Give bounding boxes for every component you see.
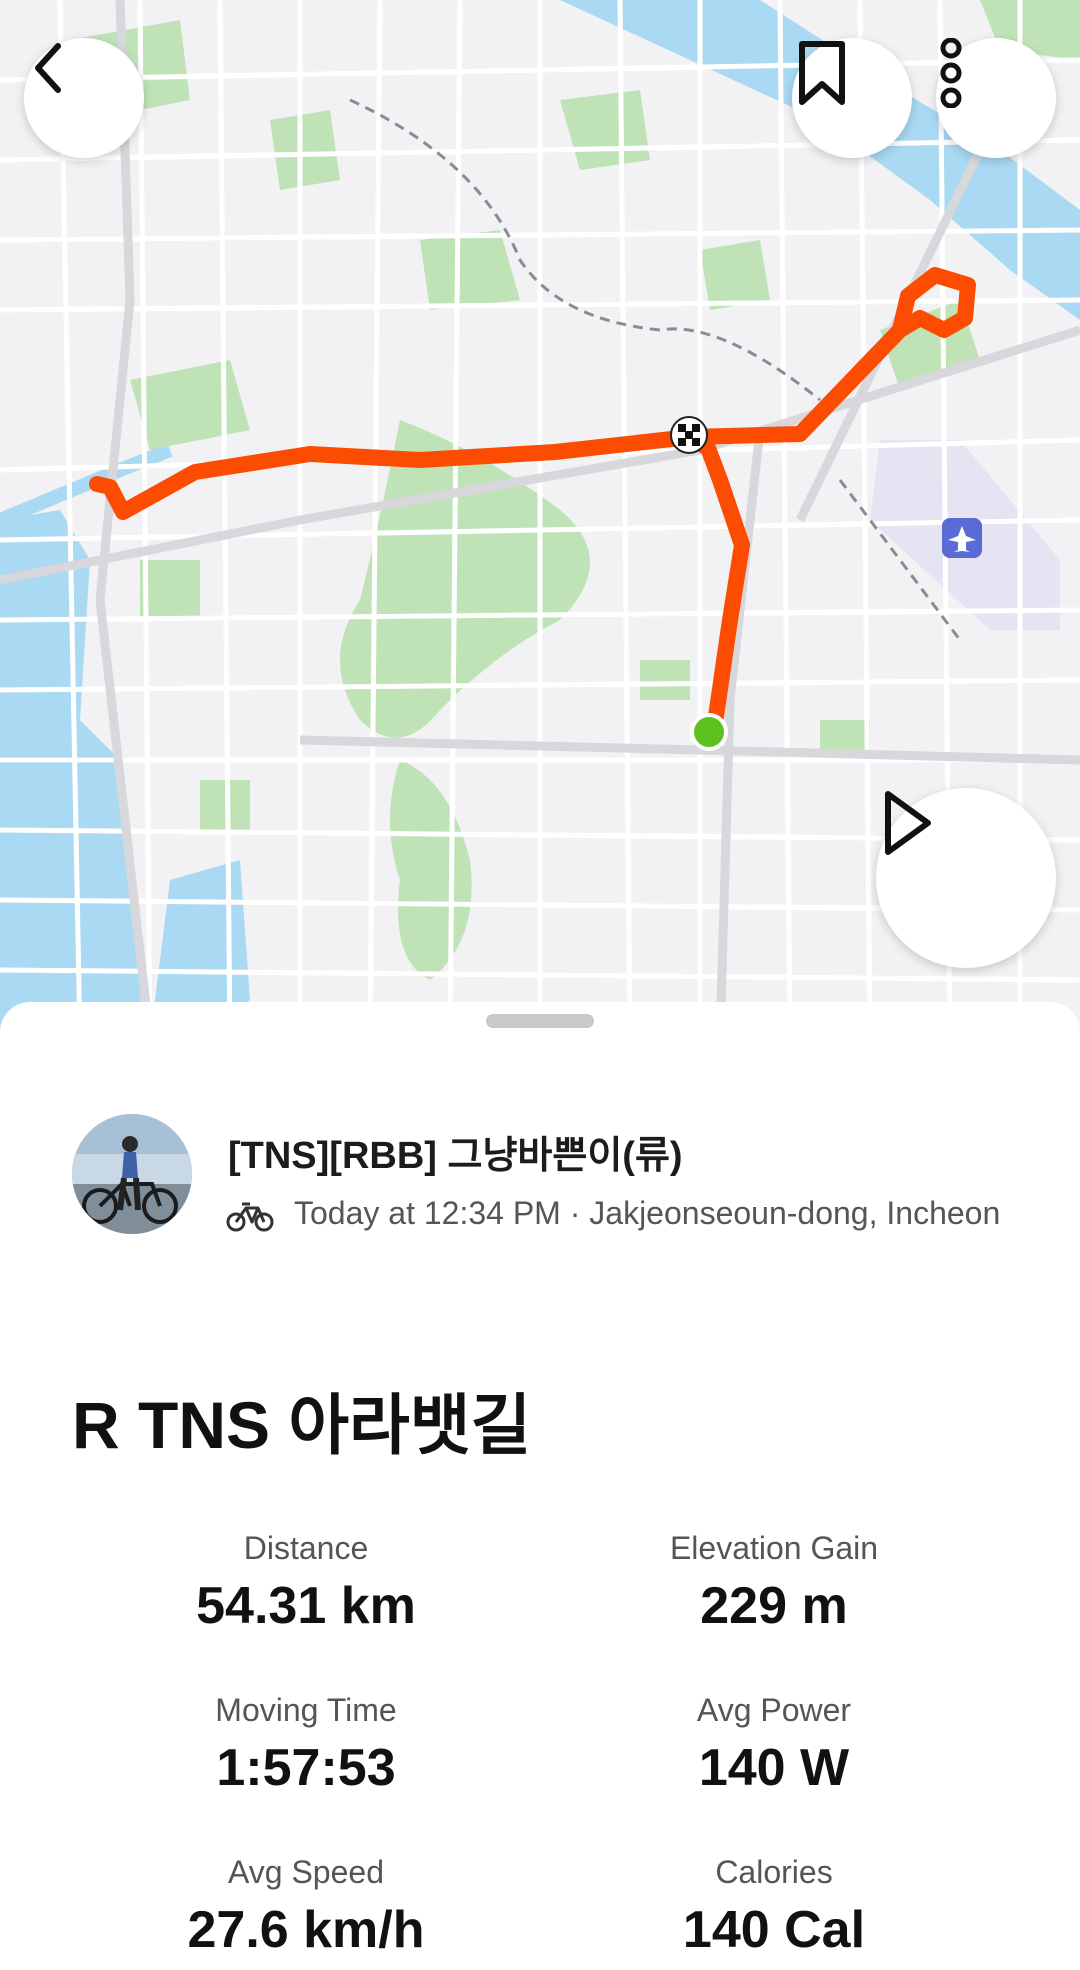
more-vertical-icon [940,38,962,108]
airport-icon [942,518,982,558]
athlete-name[interactable]: [TNS][RBB] 그냥바쁜이(류) [228,1124,683,1179]
play-flyover-button[interactable] [876,788,1056,968]
cyclist-photo [72,1114,192,1234]
activity-date-location: Today at 12:34 PM · Jakjeonseoun-dong, I… [294,1195,1001,1231]
stat-avg-speed: Avg Speed 27.6 km/h [76,1850,536,1962]
stat-value: 27.6 km/h [187,1901,425,1959]
stat-label: Moving Time [215,1692,397,1728]
stat-label: Avg Power [696,1692,852,1728]
play-icon [885,791,931,855]
drag-handle[interactable] [486,1014,594,1028]
bookmark-button[interactable] [792,38,912,158]
activity-title: R TNS 아라뱃길 [72,1388,532,1462]
stat-avg-power: Avg Power 140 W [544,1688,1004,1800]
back-arrow-icon [35,43,61,93]
stat-label: Distance [243,1530,369,1566]
back-button[interactable] [24,38,144,158]
stat-label: Avg Speed [228,1854,384,1890]
avatar[interactable] [72,1114,192,1234]
stat-value: 140 W [698,1739,850,1797]
stat-value: 229 m [700,1577,848,1635]
route-map[interactable] [0,0,1080,1040]
stat-distance: Distance 54.31 km [76,1526,536,1638]
stat-calories: Calories 140 Cal [544,1850,1004,1962]
stat-label: Elevation Gain [669,1530,879,1566]
stat-elevation-gain: Elevation Gain 229 m [544,1526,1004,1638]
stat-label: Calories [715,1854,833,1890]
stat-value: 1:57:53 [216,1739,396,1797]
stat-value: 140 Cal [682,1901,866,1959]
stat-value: 54.31 km [196,1577,416,1635]
bookmark-icon [799,41,845,105]
more-options-button[interactable] [936,38,1056,158]
checkered-flag-icon [670,416,708,454]
stat-moving-time: Moving Time 1:57:53 [76,1688,536,1800]
bike-icon [226,1202,274,1232]
start-marker [690,713,728,751]
activity-details-sheet[interactable]: [TNS][RBB] 그냥바쁜이(류) Today at 12:34 PM · … [0,1002,1080,1970]
